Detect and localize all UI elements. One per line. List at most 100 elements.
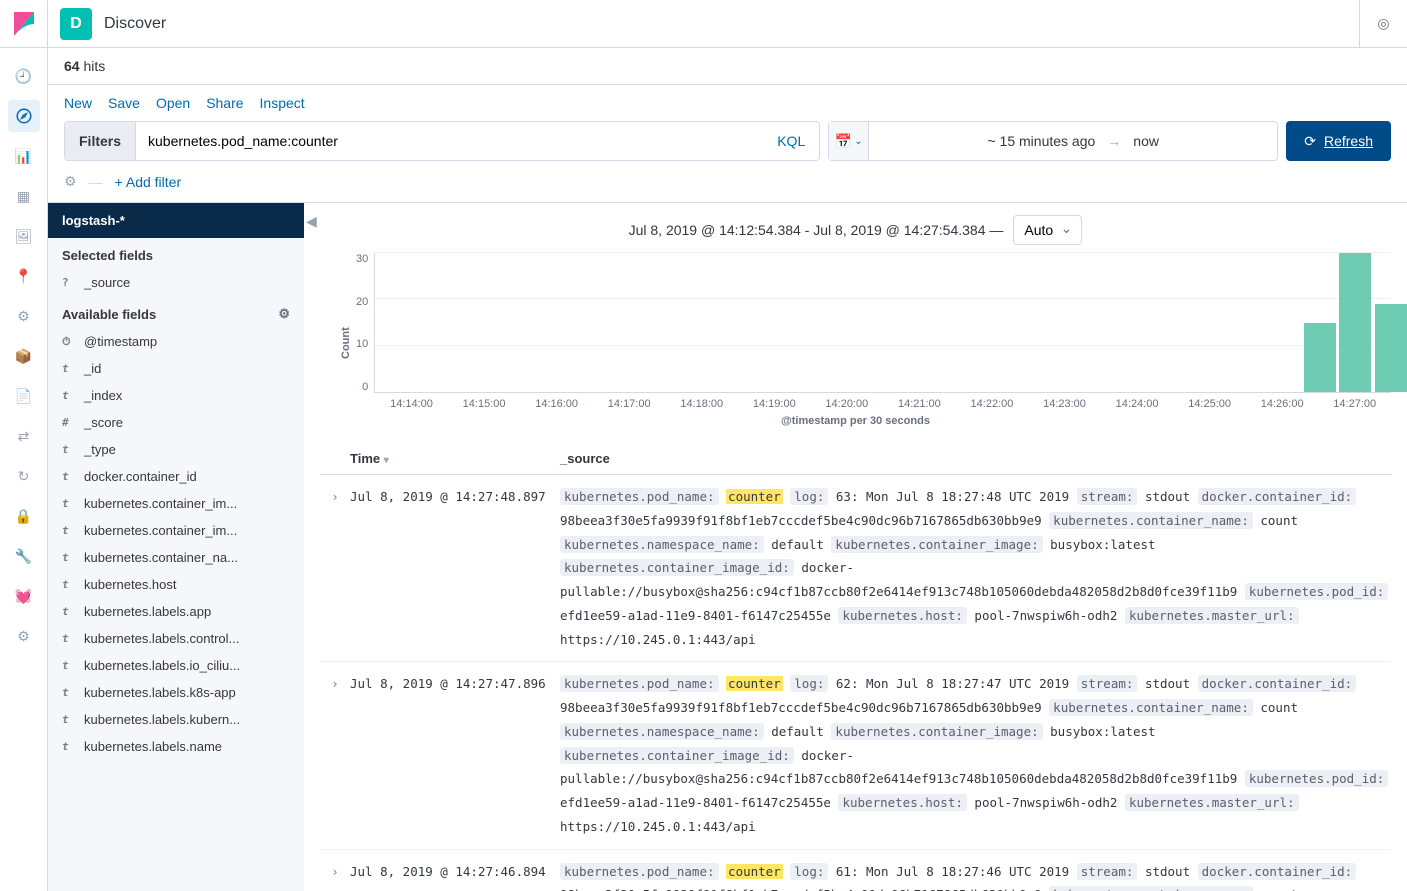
source-key: stream:: [1077, 488, 1138, 505]
source-key: kubernetes.pod_name:: [560, 488, 719, 505]
nav-dashboard-icon[interactable]: ▦: [8, 180, 40, 212]
nav-devtools-icon[interactable]: 🔧: [8, 540, 40, 572]
field-name: kubernetes.container_im...: [84, 496, 237, 511]
nav-siem-icon[interactable]: 🔒: [8, 500, 40, 532]
field-settings-icon[interactable]: ⚙: [278, 306, 290, 322]
query-bar: Filters KQL: [64, 121, 820, 161]
nav-uptime-icon[interactable]: ↻: [8, 460, 40, 492]
field-item[interactable]: kubernetes.labels.kubern...: [48, 706, 304, 733]
fullscreen-icon[interactable]: ◎: [1359, 0, 1407, 48]
field-item[interactable]: kubernetes.labels.k8s-app: [48, 679, 304, 706]
field-item[interactable]: kubernetes.container_na...: [48, 544, 304, 571]
source-key: log:: [790, 488, 828, 505]
source-key: kubernetes.pod_id:: [1245, 583, 1388, 600]
source-key: docker.container_id:: [1198, 863, 1357, 880]
date-picker[interactable]: 📅 ⌄ ~ 15 minutes ago → now: [828, 121, 1278, 161]
doc-row: ›Jul 8, 2019 @ 14:27:46.894kubernetes.po…: [320, 850, 1391, 891]
field-item[interactable]: kubernetes.container_im...: [48, 490, 304, 517]
nav-recent-icon[interactable]: 🕘: [8, 60, 40, 92]
field-item[interactable]: @timestamp: [48, 328, 304, 355]
source-key: kubernetes.namespace_name:: [560, 536, 764, 553]
field-name: _score: [84, 415, 123, 430]
source-value: counter: [726, 489, 783, 504]
histogram-bar[interactable]: [1375, 304, 1407, 392]
field-name: kubernetes.container_im...: [84, 523, 237, 538]
app-badge: D: [60, 8, 92, 40]
field-item[interactable]: kubernetes.labels.app: [48, 598, 304, 625]
field-type-icon: [62, 470, 76, 483]
field-item[interactable]: _score: [48, 409, 304, 436]
nav-infra-icon[interactable]: 📦: [8, 340, 40, 372]
field-item[interactable]: kubernetes.labels.io_ciliu...: [48, 652, 304, 679]
filter-settings-icon[interactable]: ⚙: [64, 173, 77, 190]
nav-ml-icon[interactable]: ⚙: [8, 300, 40, 332]
refresh-button[interactable]: ⟳ Refresh: [1286, 121, 1391, 161]
hits-label: hits: [83, 58, 105, 74]
hits-bar: 64 hits: [48, 48, 1407, 85]
nav-monitoring-icon[interactable]: 💓: [8, 580, 40, 612]
query-input[interactable]: [136, 133, 763, 149]
field-item[interactable]: _index: [48, 382, 304, 409]
expand-row-icon[interactable]: ›: [320, 485, 350, 651]
field-name: kubernetes.host: [84, 577, 177, 592]
field-item[interactable]: docker.container_id: [48, 463, 304, 490]
field-item[interactable]: kubernetes.host: [48, 571, 304, 598]
toolbar-link-save[interactable]: Save: [108, 95, 140, 111]
field-item[interactable]: _source: [48, 269, 304, 296]
toolbar-link-share[interactable]: Share: [206, 95, 243, 111]
source-value: 63: Mon Jul 8 18:27:48 UTC 2019: [836, 489, 1069, 504]
toolbar-links: New Save Open Share Inspect: [64, 95, 1391, 111]
nav-maps-icon[interactable]: 📍: [8, 260, 40, 292]
source-key: kubernetes.pod_id:: [1245, 770, 1388, 787]
nav-visualize-icon[interactable]: 📊: [8, 140, 40, 172]
toolbar-link-new[interactable]: New: [64, 95, 92, 111]
nav-canvas-icon[interactable]: 🖼: [8, 220, 40, 252]
add-filter-link[interactable]: + Add filter: [115, 174, 182, 190]
source-value: stdout: [1145, 864, 1190, 879]
collapse-sidebar-icon[interactable]: ◀: [306, 213, 317, 230]
field-item[interactable]: _type: [48, 436, 304, 463]
field-item[interactable]: kubernetes.labels.control...: [48, 625, 304, 652]
histogram-bar[interactable]: [1304, 323, 1336, 393]
field-item[interactable]: kubernetes.labels.name: [48, 733, 304, 760]
field-item[interactable]: _id: [48, 355, 304, 382]
field-type-icon: [62, 578, 76, 591]
source-value: busybox:latest: [1050, 537, 1155, 552]
field-name: _type: [84, 442, 116, 457]
toolbar-link-inspect[interactable]: Inspect: [260, 95, 305, 111]
nav-management-icon[interactable]: ⚙: [8, 620, 40, 652]
histogram-bar[interactable]: [1339, 253, 1371, 392]
calendar-icon[interactable]: 📅 ⌄: [829, 122, 869, 160]
available-fields-header: Available fields: [62, 307, 156, 322]
query-lang-toggle[interactable]: KQL: [763, 133, 819, 149]
source-key: kubernetes.host:: [838, 794, 966, 811]
source-value: https://10.245.0.1:443/api: [560, 819, 756, 834]
top-header: D Discover ◎: [0, 0, 1407, 48]
field-type-icon: [62, 362, 76, 375]
field-name: _id: [84, 361, 101, 376]
source-value: default: [771, 537, 824, 552]
expand-row-icon[interactable]: ›: [320, 672, 350, 838]
nav-apm-icon[interactable]: ⇄: [8, 420, 40, 452]
doc-source: kubernetes.pod_name: counter log: 63: Mo…: [560, 485, 1391, 651]
expand-row-icon[interactable]: ›: [320, 860, 350, 891]
source-value: efd1ee59-a1ad-11e9-8401-f6147c25455e: [560, 608, 831, 623]
histogram-chart[interactable]: Count 3020100 14:14:0014:15:0014:16:0014…: [340, 253, 1391, 413]
index-pattern-selector[interactable]: logstash-*: [48, 203, 304, 238]
doc-table-header: Time ▾ _source: [320, 443, 1391, 475]
col-source-header[interactable]: _source: [560, 451, 1391, 466]
nav-logs-icon[interactable]: 📄: [8, 380, 40, 412]
field-type-icon: [62, 551, 76, 564]
toolbar-link-open[interactable]: Open: [156, 95, 190, 111]
doc-row: ›Jul 8, 2019 @ 14:27:48.897kubernetes.po…: [320, 475, 1391, 662]
source-key: docker.container_id:: [1198, 488, 1357, 505]
doc-source: kubernetes.pod_name: counter log: 61: Mo…: [560, 860, 1391, 891]
interval-select[interactable]: Auto: [1013, 215, 1082, 245]
nav-discover-icon[interactable]: [8, 100, 40, 132]
col-time-header[interactable]: Time ▾: [350, 451, 560, 466]
field-item[interactable]: kubernetes.container_im...: [48, 517, 304, 544]
source-key: kubernetes.pod_name:: [560, 863, 719, 880]
field-type-icon: [62, 686, 76, 699]
source-key: kubernetes.container_name:: [1049, 886, 1253, 891]
kibana-logo[interactable]: [0, 0, 48, 48]
